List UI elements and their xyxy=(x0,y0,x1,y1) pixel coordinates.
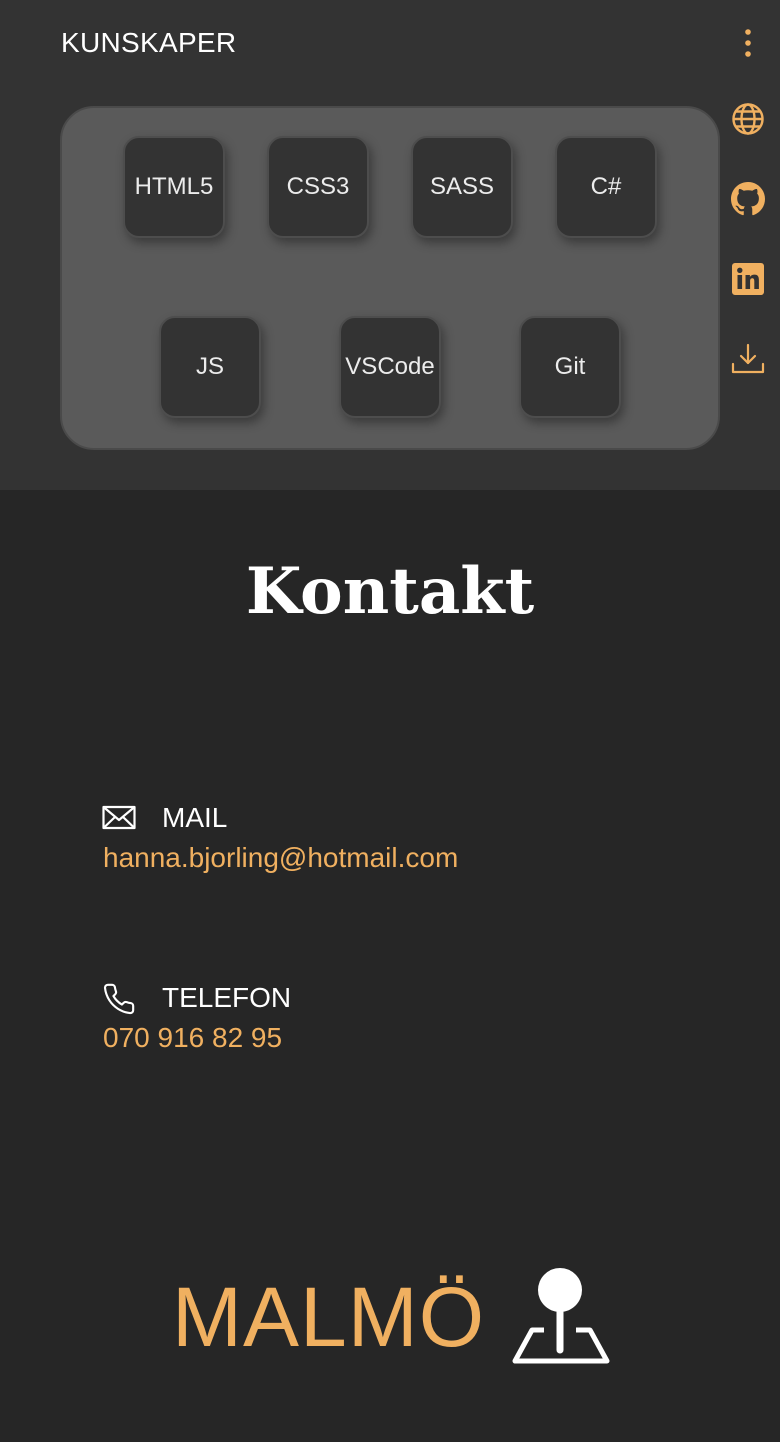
skill-tile-css3: CSS3 xyxy=(267,136,369,238)
mail-link[interactable]: hanna.bjorling@hotmail.com xyxy=(103,840,458,876)
side-nav xyxy=(725,20,773,380)
phone-label: TELEFON xyxy=(162,982,292,1013)
skills-heading: KUNSKAPER xyxy=(61,27,237,58)
skill-tile-sass: SASS xyxy=(411,136,513,238)
skills-section: KUNSKAPER HTML5 CSS3 SASS C# JS VSCode G… xyxy=(0,0,780,490)
linkedin-icon[interactable] xyxy=(725,256,771,302)
map-pin-icon xyxy=(510,1266,614,1370)
phone-icon xyxy=(102,982,136,1016)
phone-contact: TELEFON 070 916 82 95 xyxy=(102,980,662,1060)
city-name: MALMÖ xyxy=(172,1270,486,1364)
skill-tile-html5: HTML5 xyxy=(123,136,225,238)
globe-icon[interactable] xyxy=(725,96,771,142)
skills-panel: HTML5 CSS3 SASS C# JS VSCode Git xyxy=(60,106,720,450)
github-icon[interactable] xyxy=(725,176,771,222)
skill-tile-js: JS xyxy=(159,316,261,418)
skill-tile-git: Git xyxy=(519,316,621,418)
skill-tile-vscode: VSCode xyxy=(339,316,441,418)
envelope-icon xyxy=(102,802,136,836)
more-vertical-icon[interactable] xyxy=(725,20,771,66)
download-icon[interactable] xyxy=(725,336,771,382)
mail-contact: MAIL hanna.bjorling@hotmail.com xyxy=(102,800,662,880)
skill-tile-csharp: C# xyxy=(555,136,657,238)
contact-title: Kontakt xyxy=(245,554,535,629)
phone-link[interactable]: 070 916 82 95 xyxy=(103,1020,282,1056)
mail-label: MAIL xyxy=(162,802,228,833)
